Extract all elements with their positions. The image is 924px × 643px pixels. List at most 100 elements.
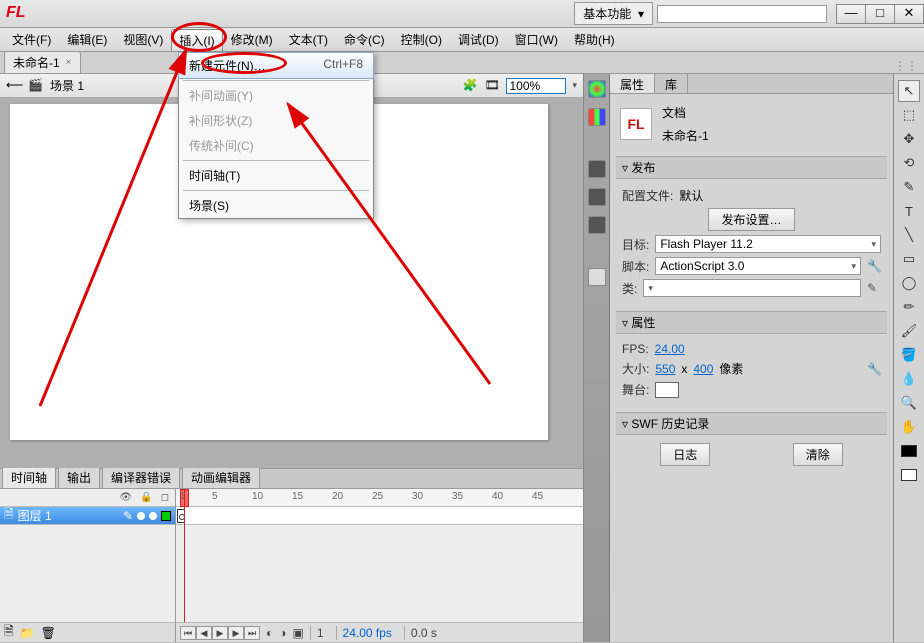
onion-skin-icon[interactable]: ◐ xyxy=(266,626,273,640)
edit-multi-icon[interactable]: ▣ xyxy=(293,626,304,640)
tool-button[interactable]: ✏ xyxy=(898,296,920,318)
tool-button[interactable] xyxy=(898,440,920,462)
panel-tab[interactable]: 库 xyxy=(655,74,688,93)
tool-button[interactable]: ✎ xyxy=(898,176,920,198)
wrench-icon[interactable]: 🔧 xyxy=(867,259,881,273)
zoom-dropdown-icon[interactable]: ▾ xyxy=(572,80,577,91)
window-close[interactable]: ✕ xyxy=(894,4,924,24)
ruler-tick: 15 xyxy=(292,491,303,502)
window-maximize[interactable]: □ xyxy=(865,4,895,24)
menubar: 文件(F)编辑(E)视图(V)插入(I)修改(M)文本(T)命令(C)控制(O)… xyxy=(0,28,924,52)
lock-icon[interactable]: 🔒 xyxy=(140,492,152,503)
publish-settings-button[interactable]: 发布设置… xyxy=(708,208,794,231)
workspace-switcher[interactable]: 基本功能 ▾ xyxy=(574,2,653,25)
menu-修改[interactable]: 修改(M) xyxy=(223,28,281,51)
onion-outline-icon[interactable]: ◑ xyxy=(279,626,286,640)
clear-button[interactable]: 清除 xyxy=(793,443,843,466)
zoom-field[interactable]: 100% xyxy=(506,78,566,94)
fps-label: FPS: xyxy=(622,342,649,356)
menu-帮助[interactable]: 帮助(H) xyxy=(566,28,623,51)
symbol-edit-icon[interactable]: 🧩 xyxy=(462,78,478,94)
section-props-header[interactable]: ▿ 属性 xyxy=(616,311,887,334)
menu-控制[interactable]: 控制(O) xyxy=(393,28,450,51)
menu-窗口[interactable]: 窗口(W) xyxy=(507,28,566,51)
app-logo: FL xyxy=(6,4,30,24)
dock-swatches-icon[interactable] xyxy=(588,108,606,126)
tool-button[interactable]: 🪣 xyxy=(898,344,920,366)
layer-outline-swatch[interactable] xyxy=(161,511,171,521)
pencil-icon[interactable]: ✎ xyxy=(867,281,881,295)
tool-button[interactable]: T xyxy=(898,200,920,222)
delete-layer-icon[interactable]: 🗑 xyxy=(41,626,56,640)
tool-button[interactable]: 🖌 xyxy=(898,320,920,342)
menu-item[interactable]: 时间轴(T) xyxy=(179,163,373,188)
timeline-tab[interactable]: 输出 xyxy=(58,466,100,488)
target-combo[interactable]: Flash Player 11.2 xyxy=(655,235,881,253)
dock-info-icon[interactable] xyxy=(588,188,606,206)
ruler-tick: 10 xyxy=(252,491,263,502)
section-swf-header[interactable]: ▿ SWF 历史记录 xyxy=(616,412,887,435)
tool-button[interactable]: ✥ xyxy=(898,128,920,150)
height-value[interactable]: 400 xyxy=(693,362,713,376)
menu-调试[interactable]: 调试(D) xyxy=(450,28,507,51)
step-fwd-icon[interactable]: ▶ xyxy=(228,626,244,640)
insert-menu-dropdown: 新建元件(N)…Ctrl+F8补间动画(Y)补间形状(Z)传统补间(C)时间轴(… xyxy=(178,52,374,219)
dock-align-icon[interactable] xyxy=(588,160,606,178)
dock-library-icon[interactable] xyxy=(588,268,606,286)
timeline-tab[interactable]: 编译器错误 xyxy=(102,466,180,488)
tool-button[interactable]: 🔍 xyxy=(898,392,920,414)
menu-文件[interactable]: 文件(F) xyxy=(4,28,59,51)
layer-visible-dot[interactable] xyxy=(137,512,145,520)
layer-lock-dot[interactable] xyxy=(149,512,157,520)
layer-row[interactable]: 🗎 图层 1 ✎ xyxy=(0,507,175,525)
fps-value[interactable]: 24.00 xyxy=(655,342,685,356)
document-tab[interactable]: 未命名-1 × xyxy=(4,51,81,73)
back-icon[interactable]: ⟵ xyxy=(6,78,22,94)
outline-icon[interactable]: ◻ xyxy=(161,492,169,503)
stage-color-swatch[interactable] xyxy=(655,382,679,398)
tool-button[interactable]: ⬚ xyxy=(898,104,920,126)
dock-color-icon[interactable] xyxy=(588,80,606,98)
panel-tab[interactable]: 属性 xyxy=(610,74,655,93)
unit-label: 像素 xyxy=(719,360,743,377)
window-minimize[interactable]: — xyxy=(836,4,866,24)
goto-last-icon[interactable]: ⏭ xyxy=(244,626,260,640)
menu-命令[interactable]: 命令(C) xyxy=(336,28,393,51)
menu-编辑[interactable]: 编辑(E) xyxy=(59,28,115,51)
eye-icon[interactable]: 👁 xyxy=(120,492,133,503)
script-combo[interactable]: ActionScript 3.0 xyxy=(655,257,861,275)
width-value[interactable]: 550 xyxy=(655,362,675,376)
tool-button[interactable]: ◯ xyxy=(898,272,920,294)
class-input[interactable] xyxy=(643,279,861,297)
close-tab-icon[interactable]: × xyxy=(66,57,72,68)
menu-插入[interactable]: 插入(I) xyxy=(171,29,222,51)
tool-button[interactable]: ╲ xyxy=(898,224,920,246)
tool-button[interactable]: ✋ xyxy=(898,416,920,438)
dock-transform-icon[interactable] xyxy=(588,216,606,234)
menu-item[interactable]: 新建元件(N)…Ctrl+F8 xyxy=(178,52,374,79)
new-folder-icon[interactable]: 📁 xyxy=(20,626,35,640)
frames-row[interactable] xyxy=(176,507,583,525)
scene-list-icon[interactable]: 🎞 xyxy=(484,78,500,94)
step-back-icon[interactable]: ◀ xyxy=(196,626,212,640)
tool-button[interactable]: ↖ xyxy=(898,80,920,102)
menu-item[interactable]: 场景(S) xyxy=(179,193,373,218)
search-input[interactable] xyxy=(657,5,827,23)
log-button[interactable]: 日志 xyxy=(660,443,710,466)
tool-button[interactable]: 💧 xyxy=(898,368,920,390)
tool-button[interactable]: ⟲ xyxy=(898,152,920,174)
timeline-tab[interactable]: 动画编辑器 xyxy=(182,466,260,488)
goto-first-icon[interactable]: ⏮ xyxy=(180,626,196,640)
profile-label: 配置文件: xyxy=(622,187,673,204)
ruler-tick: 40 xyxy=(492,491,503,502)
menu-文本[interactable]: 文本(T) xyxy=(281,28,336,51)
timeline-tab[interactable]: 时间轴 xyxy=(2,466,56,488)
play-icon[interactable]: ▶ xyxy=(212,626,228,640)
tool-button[interactable] xyxy=(898,464,920,486)
menu-视图[interactable]: 视图(V) xyxy=(115,28,171,51)
wrench-icon[interactable]: 🔧 xyxy=(867,362,881,376)
new-layer-icon[interactable]: 🗎 xyxy=(4,622,14,643)
tool-button[interactable]: ▭ xyxy=(898,248,920,270)
section-publish-header[interactable]: ▿ 发布 xyxy=(616,156,887,179)
ruler-tick: 35 xyxy=(452,491,463,502)
